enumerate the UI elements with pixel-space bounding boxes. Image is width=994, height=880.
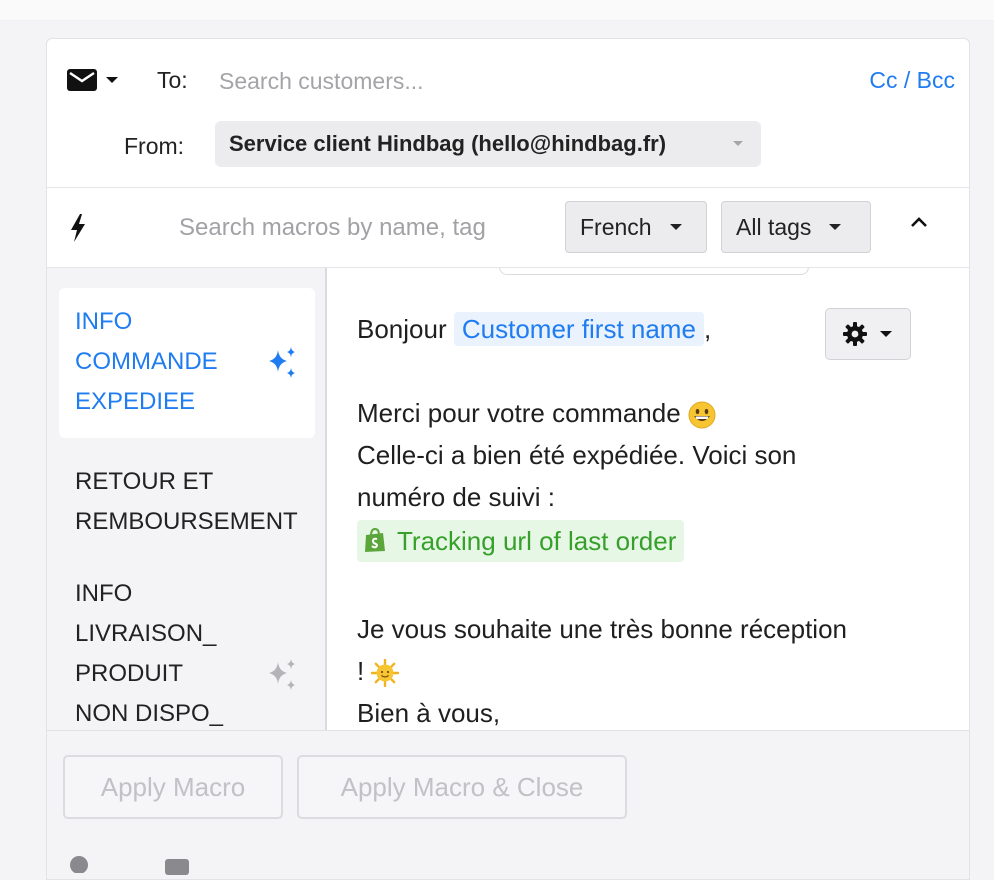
language-dropdown[interactable]: French (565, 201, 707, 253)
from-value: Service client Hindbag (hello@hindbag.fr… (229, 131, 667, 156)
tags-dropdown[interactable]: All tags (721, 201, 871, 253)
lightning-icon (71, 214, 85, 242)
chevron-down-icon (829, 224, 842, 230)
user-icon (70, 856, 88, 873)
macro-label: INFO LIVRAISON_ PRODUIT NON DISPO_ (75, 580, 224, 727)
customer-search-input[interactable] (217, 61, 781, 101)
body-line: Je vous souhaite une très bonne réceptio… (357, 614, 848, 644)
grinning-emoji-icon (688, 401, 716, 429)
macro-body: Bonjour Customer first name, Merci pour … (357, 308, 937, 730)
body-line: Merci pour votre commande (357, 392, 937, 434)
language-value: French (580, 213, 652, 240)
email-icon (67, 69, 97, 91)
chevron-up-icon[interactable] (909, 215, 929, 229)
sun-emoji-icon (371, 659, 400, 688)
from-label: From: (124, 133, 185, 159)
divider (47, 187, 969, 188)
greeting-line: Bonjour Customer first name, (357, 312, 712, 346)
macro-label: INFO COMMANDE EXPEDIEE (75, 308, 218, 415)
body-line: ! (357, 650, 937, 692)
body-line: Celle-ci a bien été expédiée. Voici son (357, 440, 797, 470)
body-line: numéro de suivi : (357, 482, 555, 512)
chevron-down-icon (733, 141, 743, 146)
cc-bcc-link[interactable]: Cc / Bcc (869, 67, 955, 94)
macro-label: RETOUR ET REMBOURSEMENT (75, 468, 298, 535)
macro-item-info-livraison-produit[interactable]: INFO LIVRAISON_ PRODUIT NON DISPO_ (59, 560, 315, 730)
macro-preview: Bonjour Customer first name, Merci pour … (327, 268, 969, 730)
macro-search-input[interactable] (177, 207, 561, 249)
macro-item-info-commande-expediee[interactable]: INFO COMMANDE EXPEDIEE (59, 288, 315, 438)
attachment-icon (165, 859, 189, 875)
shopify-icon (365, 528, 385, 552)
sparkle-icon (269, 659, 295, 690)
macro-list: INFO COMMANDE EXPEDIEE RETOUR ET REMBOUR… (47, 268, 327, 730)
to-label: To: (157, 67, 188, 93)
variable-tracking-url: Tracking url of last order (357, 520, 685, 562)
preview-tab-edge (499, 268, 809, 275)
channel-selector[interactable] (67, 69, 119, 91)
sparkle-icon (269, 347, 295, 378)
body-line: Bien à vous, (357, 698, 501, 728)
apply-macro-button[interactable]: Apply Macro (63, 755, 283, 819)
chevron-down-icon (669, 224, 682, 230)
apply-macro-close-button[interactable]: Apply Macro & Close (297, 755, 627, 819)
chevron-down-icon (106, 77, 118, 83)
top-strip (0, 0, 994, 21)
macro-footer: Apply Macro Apply Macro & Close (47, 730, 969, 879)
reply-panel: To: Cc / Bcc From: Service client Hindba… (46, 38, 970, 880)
macro-item-retour-et-remboursement[interactable]: RETOUR ET REMBOURSEMENT (59, 448, 315, 556)
from-select[interactable]: Service client Hindbag (hello@hindbag.fr… (215, 121, 761, 167)
tags-value: All tags (736, 213, 812, 240)
variable-customer-first-name: Customer first name (453, 312, 704, 346)
